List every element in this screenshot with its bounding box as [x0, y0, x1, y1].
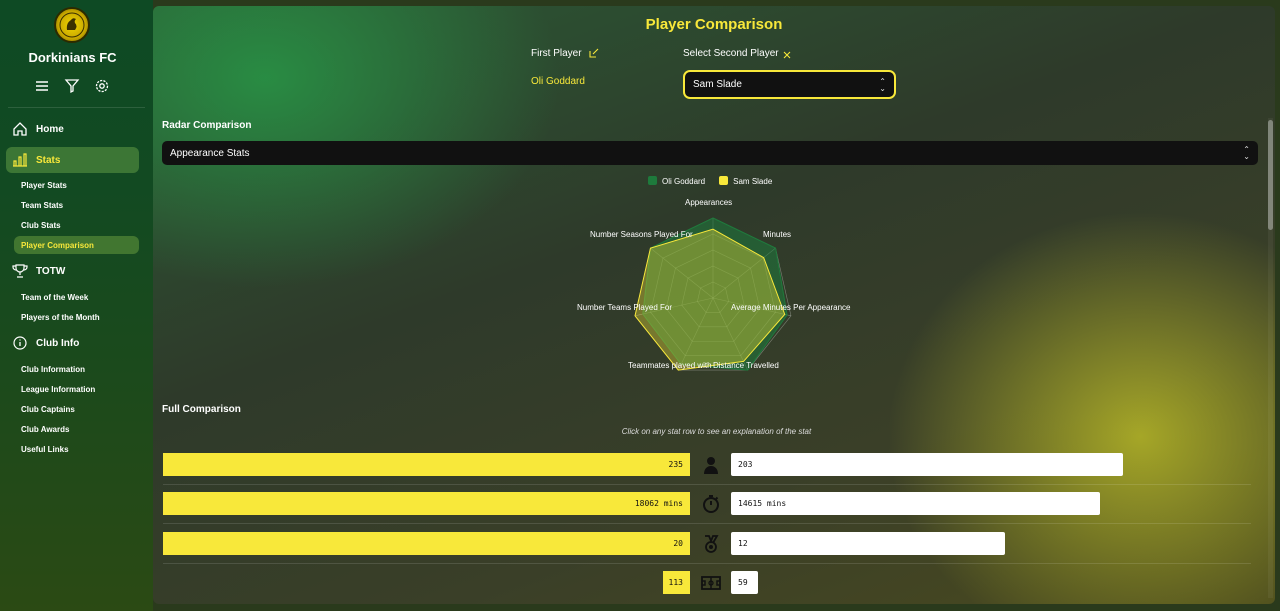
filter-icon[interactable]	[64, 78, 80, 94]
stat-left-bar: 18062 mins	[163, 492, 690, 515]
edit-icon[interactable]	[589, 48, 599, 58]
stopwatch-icon	[703, 495, 719, 513]
trophy-icon	[12, 264, 28, 278]
chevron-updown-icon: ⌃ ⌄	[1243, 145, 1250, 161]
first-player-name: Oli Goddard	[531, 76, 585, 87]
stat-row[interactable]: 20 12	[163, 524, 1251, 564]
info-icon	[13, 336, 27, 350]
sidebar-item-team-of-the-week[interactable]: Team of the Week	[14, 288, 139, 306]
sidebar-item-club-captains[interactable]: Club Captains	[14, 400, 139, 418]
legend-label-player2: Sam Slade	[733, 177, 773, 186]
scrollbar-thumb[interactable]	[1268, 120, 1273, 230]
sidebar-item-club-awards[interactable]: Club Awards	[14, 420, 139, 438]
stat-left-bar: 235	[163, 453, 690, 476]
comparison-hint: Click on any stat row to see an explanat…	[621, 427, 812, 436]
clear-icon[interactable]	[783, 51, 791, 59]
sidebar-item-players-of-the-month[interactable]: Players of the Month	[14, 308, 139, 326]
radar-stat-select[interactable]: Appearance Stats ⌃ ⌄	[162, 141, 1258, 165]
sidebar-item-league-information[interactable]: League Information	[14, 380, 139, 398]
person-icon	[704, 457, 718, 474]
nav-totw[interactable]: TOTW	[6, 258, 139, 284]
legend-label-player1: Oli Goddard	[662, 177, 706, 186]
sidebar: Dorkinians FC Home Stats Player Stats Te…	[0, 0, 153, 611]
nav-stats[interactable]: Stats	[6, 147, 139, 173]
stat-left-bar: 113	[663, 571, 690, 594]
menu-icon[interactable]	[34, 78, 50, 94]
nav-stats-label: Stats	[36, 154, 61, 166]
sidebar-item-player-comparison[interactable]: Player Comparison	[14, 236, 139, 254]
sidebar-item-team-stats[interactable]: Team Stats	[14, 196, 139, 214]
nav-club-info-label: Club Info	[36, 337, 80, 349]
sidebar-item-club-stats[interactable]: Club Stats	[14, 216, 139, 234]
radar-axis-label: Teammates played with	[628, 361, 712, 370]
nav-club-info[interactable]: Club Info	[6, 330, 139, 356]
radar-axis-label: Minutes	[763, 230, 792, 239]
sidebar-item-player-stats[interactable]: Player Stats	[14, 176, 139, 194]
radar-axis-label: Appearances	[685, 198, 733, 207]
gear-icon[interactable]	[94, 78, 110, 94]
nav-home[interactable]: Home	[6, 116, 139, 142]
first-player-label: First Player	[531, 48, 582, 59]
sidebar-divider	[8, 107, 145, 108]
stat-left-bar: 20	[163, 532, 690, 555]
club-name: Dorkinians FC	[28, 50, 117, 65]
pitch-icon	[701, 576, 721, 590]
bar-chart-icon	[13, 153, 27, 167]
club-logo	[54, 7, 90, 43]
nav-home-label: Home	[36, 123, 64, 135]
radar-axis-label: Distance Travelled	[713, 361, 779, 370]
full-comparison-title: Full Comparison	[162, 404, 241, 415]
main-panel: Player Comparison First Player Oli Godda…	[153, 6, 1275, 604]
radar-stat-value: Appearance Stats	[170, 147, 250, 159]
legend-item-player2[interactable]: Sam Slade	[719, 176, 772, 186]
nav-totw-label: TOTW	[36, 265, 66, 277]
page-title: Player Comparison	[645, 16, 783, 33]
second-player-value: Sam Slade	[693, 79, 742, 90]
stat-row[interactable]: 235 203	[163, 445, 1251, 485]
radar-axis-label: Average Minutes Per Appearance	[731, 303, 851, 312]
home-icon	[13, 122, 27, 136]
chevron-updown-icon: ⌃ ⌄	[879, 76, 886, 93]
sidebar-item-useful-links[interactable]: Useful Links	[14, 440, 139, 458]
radar-legend: Oli Goddard Sam Slade	[648, 176, 772, 186]
sidebar-item-club-information[interactable]: Club Information	[14, 360, 139, 378]
second-player-label: Select Second Player	[683, 48, 779, 59]
stat-right-bar: 59	[731, 571, 758, 594]
second-player-select[interactable]: Sam Slade ⌃ ⌄	[683, 70, 896, 99]
radar-axis-label: Number Teams Played For	[577, 303, 672, 312]
stat-row[interactable]: 18062 mins 14615 mins	[163, 484, 1251, 524]
legend-item-player1[interactable]: Oli Goddard	[648, 176, 705, 186]
medal-icon	[705, 535, 719, 553]
stat-row[interactable]: 113 59	[163, 563, 1251, 603]
stat-right-bar: 203	[731, 453, 1123, 476]
radar-axis-label: Number Seasons Played For	[590, 230, 693, 239]
radar-section-title: Radar Comparison	[162, 120, 252, 131]
stat-right-bar: 14615 mins	[731, 492, 1100, 515]
stat-right-bar: 12	[731, 532, 1005, 555]
radar-chart	[634, 217, 792, 371]
